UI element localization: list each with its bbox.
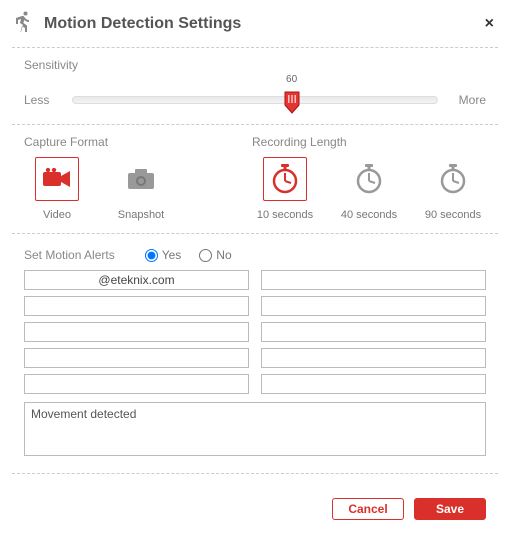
capture-option-label: Snapshot (118, 209, 164, 221)
radio-input[interactable] (199, 249, 212, 262)
cancel-button[interactable]: Cancel (332, 498, 404, 520)
stopwatch-icon (347, 157, 391, 201)
sensitivity-slider-row: Less 60 More (24, 86, 486, 114)
button-label: Cancel (348, 502, 387, 516)
format-length-row: Capture Format Video Snapshot Recording … (0, 125, 510, 225)
alerts-radio-yes[interactable]: Yes (145, 248, 182, 262)
alert-email-field[interactable] (261, 296, 486, 316)
save-button[interactable]: Save (414, 498, 486, 520)
header: Motion Detection Settings × (0, 0, 510, 47)
alert-email-field[interactable] (261, 374, 486, 394)
running-person-icon (12, 10, 36, 37)
alert-email-field[interactable] (24, 322, 249, 342)
alert-message-field[interactable] (24, 402, 486, 456)
email-grid (0, 270, 510, 394)
alert-email-field[interactable] (261, 322, 486, 342)
sensitivity-section: Sensitivity Less 60 More (0, 48, 510, 124)
slider-value: 60 (286, 74, 297, 85)
alert-email-field[interactable] (24, 296, 249, 316)
capture-format-label: Capture Format (24, 135, 252, 149)
divider (12, 473, 498, 474)
recording-option-label: 90 seconds (425, 209, 481, 221)
stopwatch-icon (263, 157, 307, 201)
alerts-radio-no[interactable]: No (199, 248, 231, 262)
alerts-radio-group: Yes No (145, 248, 232, 262)
radio-label: Yes (162, 248, 182, 262)
recording-length-label: Recording Length (252, 135, 486, 149)
motion-settings-panel: Motion Detection Settings × Sensitivity … (0, 0, 510, 538)
alert-email-field[interactable] (261, 348, 486, 368)
capture-format-section: Capture Format Video Snapshot (24, 135, 252, 221)
alerts-label: Set Motion Alerts (24, 248, 115, 262)
recording-option-90s[interactable]: 90 seconds (420, 157, 486, 221)
capture-option-label: Video (43, 209, 71, 221)
slider-track (72, 96, 438, 104)
sensitivity-label: Sensitivity (24, 58, 486, 72)
recording-option-label: 40 seconds (341, 209, 397, 221)
radio-input[interactable] (145, 249, 158, 262)
slider-max-label: More (448, 93, 486, 107)
close-icon[interactable]: × (485, 15, 494, 33)
footer: Cancel Save (0, 484, 510, 538)
dialog-title: Motion Detection Settings (44, 15, 485, 33)
recording-options: 10 seconds 40 seconds 90 seconds (252, 157, 486, 221)
recording-option-10s[interactable]: 10 seconds (252, 157, 318, 221)
video-camera-icon (35, 157, 79, 201)
alert-email-field[interactable] (24, 270, 249, 290)
slider-min-label: Less (24, 93, 62, 107)
capture-options: Video Snapshot (24, 157, 252, 221)
capture-option-snapshot[interactable]: Snapshot (108, 157, 174, 221)
slider-thumb[interactable] (283, 90, 301, 114)
camera-icon (119, 157, 163, 201)
radio-label: No (216, 248, 231, 262)
alert-email-field[interactable] (24, 374, 249, 394)
capture-option-video[interactable]: Video (24, 157, 90, 221)
alert-email-field[interactable] (24, 348, 249, 368)
sensitivity-slider[interactable]: 60 (72, 86, 438, 114)
stopwatch-icon (431, 157, 475, 201)
alerts-header: Set Motion Alerts Yes No (0, 234, 510, 270)
recording-length-section: Recording Length 10 seconds 40 seconds (252, 135, 486, 221)
recording-option-40s[interactable]: 40 seconds (336, 157, 402, 221)
alert-message-box (24, 402, 486, 459)
alert-email-field[interactable] (261, 270, 486, 290)
recording-option-label: 10 seconds (257, 209, 313, 221)
button-label: Save (436, 502, 464, 516)
